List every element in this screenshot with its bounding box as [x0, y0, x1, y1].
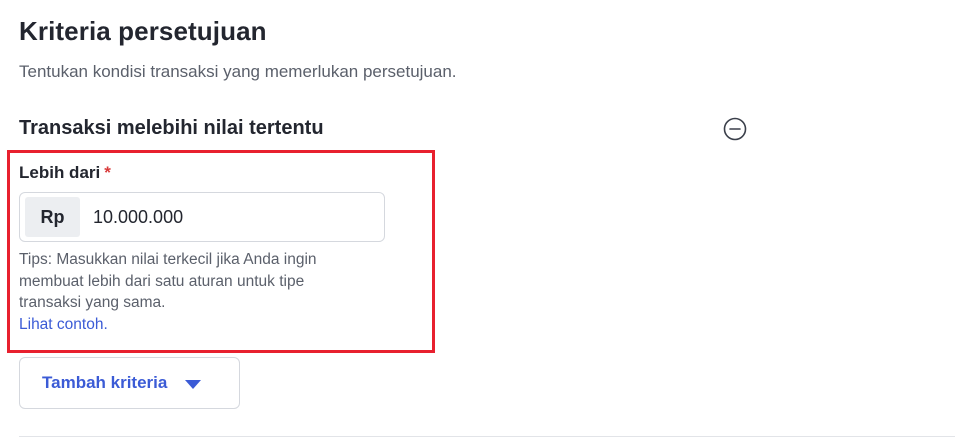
tips-body: Tips: Masukkan nilai terkecil jika Anda … — [19, 251, 317, 311]
currency-prefix: Rp — [25, 197, 80, 237]
field-label: Lebih dari * — [19, 163, 111, 183]
section-title: Transaksi melebihi nilai tertentu — [19, 117, 324, 139]
remove-criteria-button[interactable] — [723, 117, 747, 141]
amount-input[interactable] — [93, 206, 343, 228]
amount-field[interactable]: Rp — [19, 192, 385, 242]
divider — [19, 436, 955, 437]
add-criteria-label: Tambah kriteria — [42, 373, 168, 392]
caret-down-icon — [185, 379, 202, 389]
required-mark: * — [104, 163, 111, 182]
minus-circle-icon — [723, 117, 747, 141]
add-criteria-button[interactable]: Tambah kriteria — [19, 357, 240, 409]
field-label-text: Lebih dari — [19, 163, 101, 182]
page-subtitle: Tentukan kondisi transaksi yang memerluk… — [19, 62, 457, 81]
page-title: Kriteria persetujuan — [19, 16, 267, 46]
tips-text: Tips: Masukkan nilai terkecil jika Anda … — [19, 249, 369, 335]
example-link[interactable]: Lihat contoh. — [19, 314, 369, 336]
